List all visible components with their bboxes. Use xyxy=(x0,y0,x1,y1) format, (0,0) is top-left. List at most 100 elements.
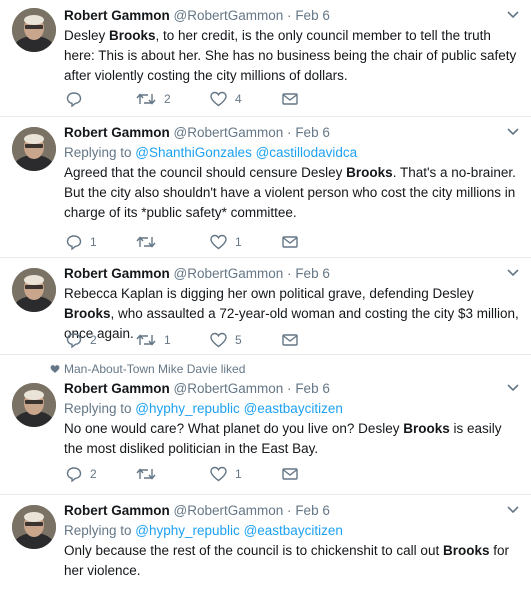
heart-icon xyxy=(210,234,227,250)
separator-dot: · xyxy=(287,503,292,518)
avatar[interactable] xyxy=(12,268,56,312)
tweet-text: No one would care? What planet do you li… xyxy=(64,419,519,459)
reply-button[interactable]: 2 xyxy=(66,331,97,349)
retweet-button[interactable] xyxy=(136,465,164,483)
tweet-header: Robert Gammon @RobertGammon · Feb 6 xyxy=(64,379,519,399)
chevron-down-icon[interactable] xyxy=(507,127,519,137)
mention-link[interactable]: @eastbaycitizen xyxy=(244,523,343,538)
message-button[interactable] xyxy=(282,331,298,349)
chevron-down-icon[interactable] xyxy=(507,383,519,393)
replying-to-label: Replying to xyxy=(64,401,136,416)
avatar[interactable] xyxy=(12,383,56,427)
like-button[interactable]: 4 xyxy=(210,90,242,108)
reply-icon xyxy=(66,235,82,250)
timestamp[interactable]: Feb 6 xyxy=(295,266,330,281)
reply-count: 1 xyxy=(90,235,97,249)
tweet-text: Desley Brooks, to her credit, is the onl… xyxy=(64,26,519,86)
author-handle[interactable]: @RobertGammon xyxy=(174,266,284,281)
tweet-card[interactable]: Robert Gammon @RobertGammon · Feb 6 Desl… xyxy=(0,0,531,117)
author-handle[interactable]: @RobertGammon xyxy=(174,503,284,518)
tweet-text-highlight: Brooks xyxy=(109,28,156,43)
tweet-text-part: No one would care? What planet do you li… xyxy=(64,421,404,436)
reply-button[interactable] xyxy=(66,90,90,108)
replying-to: Replying to @hyphy_republic @eastbayciti… xyxy=(64,399,519,419)
chevron-down-icon[interactable] xyxy=(507,505,519,515)
like-button[interactable]: 5 xyxy=(210,331,242,349)
social-context: Man-About-Town Mike Davie liked xyxy=(50,361,245,377)
timestamp[interactable]: Feb 6 xyxy=(295,503,330,518)
timestamp[interactable]: Feb 6 xyxy=(295,125,330,140)
like-button[interactable]: 1 xyxy=(210,465,242,483)
tweet-actions: 1 1 xyxy=(64,233,364,251)
like-count: 5 xyxy=(235,333,242,347)
retweet-count: 2 xyxy=(164,92,171,106)
timeline-feed: Robert Gammon @RobertGammon · Feb 6 Desl… xyxy=(0,0,531,591)
mention-link[interactable]: @ShanthiGonzales xyxy=(135,145,252,160)
tweet-text-highlight: Brooks xyxy=(442,543,490,558)
author-name[interactable]: Robert Gammon xyxy=(64,266,170,281)
mention-link[interactable]: @hyphy_republic xyxy=(135,523,240,538)
message-button[interactable] xyxy=(282,233,298,251)
tweet-card[interactable]: Robert Gammon @RobertGammon · Feb 6 Repl… xyxy=(0,495,531,591)
reply-count: 2 xyxy=(90,467,97,481)
tweet-card[interactable]: Robert Gammon @RobertGammon · Feb 6 Repl… xyxy=(0,117,531,258)
tweet-text: Only because the rest of the council is … xyxy=(64,541,519,581)
author-handle[interactable]: @RobertGammon xyxy=(174,8,284,23)
retweet-icon xyxy=(136,93,156,105)
retweet-button[interactable]: 2 xyxy=(136,90,171,108)
avatar[interactable] xyxy=(12,505,56,549)
liked-by-text[interactable]: Man-About-Town Mike Davie liked xyxy=(64,362,245,376)
mention-link[interactable]: @eastbaycitizen xyxy=(244,401,343,416)
tweet-actions: 2 4 xyxy=(64,90,364,108)
reply-icon xyxy=(66,467,82,482)
reply-button[interactable]: 1 xyxy=(66,233,97,251)
tweet-header: Robert Gammon @RobertGammon · Feb 6 xyxy=(64,123,519,143)
retweet-icon xyxy=(136,334,156,346)
envelope-icon xyxy=(282,236,298,248)
tweet-text-highlight: Brooks xyxy=(64,306,111,321)
reply-button[interactable]: 2 xyxy=(66,465,97,483)
message-button[interactable] xyxy=(282,465,298,483)
mention-link[interactable]: @castillodavidca xyxy=(256,145,358,160)
replying-to-label: Replying to xyxy=(64,523,136,538)
timestamp[interactable]: Feb 6 xyxy=(295,8,330,23)
tweet-text-highlight: Brooks xyxy=(403,421,450,436)
tweet-text-part: Desley xyxy=(64,28,110,43)
author-name[interactable]: Robert Gammon xyxy=(64,503,170,518)
tweet-text-part: Rebecca Kaplan is digging her own politi… xyxy=(64,286,474,301)
chevron-down-icon[interactable] xyxy=(507,268,519,278)
tweet-card[interactable]: Man-About-Town Mike Davie liked Robert G… xyxy=(0,355,531,495)
separator-dot: · xyxy=(287,125,292,140)
envelope-icon xyxy=(282,334,298,346)
tweet-actions: 2 1 5 xyxy=(64,331,364,349)
replying-to-label: Replying to xyxy=(64,145,136,160)
retweet-button[interactable]: 1 xyxy=(136,331,171,349)
tweet-card[interactable]: Robert Gammon @RobertGammon · Feb 6 Rebe… xyxy=(0,258,531,355)
author-name[interactable]: Robert Gammon xyxy=(64,8,170,23)
separator-dot: · xyxy=(287,381,292,396)
reply-icon xyxy=(66,92,82,107)
avatar[interactable] xyxy=(12,8,56,52)
like-button[interactable]: 1 xyxy=(210,233,242,251)
envelope-icon xyxy=(282,468,298,480)
author-handle[interactable]: @RobertGammon xyxy=(174,125,284,140)
mention-link[interactable]: @hyphy_republic xyxy=(135,401,240,416)
timestamp[interactable]: Feb 6 xyxy=(295,381,330,396)
replying-to: Replying to @ShanthiGonzales @castilloda… xyxy=(64,143,519,163)
like-count: 1 xyxy=(235,235,242,249)
heart-icon xyxy=(210,91,227,107)
retweet-button[interactable] xyxy=(136,233,164,251)
tweet-header: Robert Gammon @RobertGammon · Feb 6 xyxy=(64,6,519,26)
tweet-header: Robert Gammon @RobertGammon · Feb 6 xyxy=(64,501,519,521)
avatar[interactable] xyxy=(12,127,56,171)
author-name[interactable]: Robert Gammon xyxy=(64,125,170,140)
heart-filled-icon xyxy=(50,365,60,373)
like-count: 1 xyxy=(235,467,242,481)
tweet-text-part: Only because the rest of the council is … xyxy=(64,543,443,558)
message-button[interactable] xyxy=(282,90,298,108)
tweet-actions: 2 1 xyxy=(64,465,364,483)
chevron-down-icon[interactable] xyxy=(507,10,519,20)
author-name[interactable]: Robert Gammon xyxy=(64,381,170,396)
author-handle[interactable]: @RobertGammon xyxy=(174,381,284,396)
tweet-text-highlight: Brooks xyxy=(346,165,393,180)
